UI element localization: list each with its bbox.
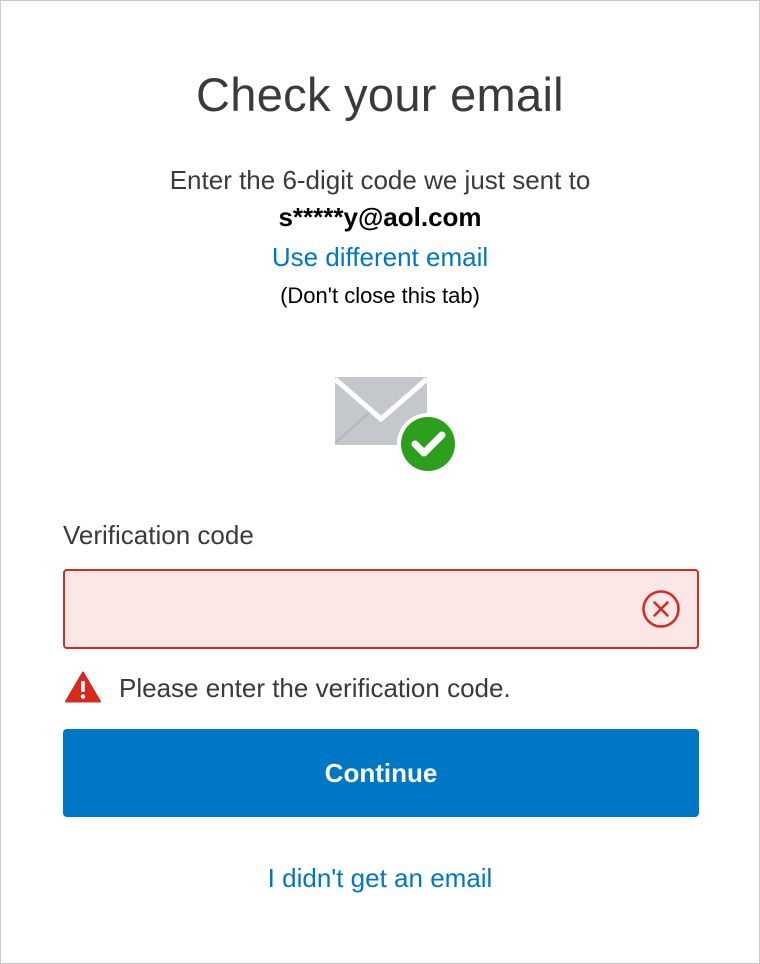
envelope-checkmark-icon <box>333 377 459 475</box>
didnt-get-email-link[interactable]: I didn't get an email <box>268 863 493 893</box>
checkmark-circle-icon <box>397 413 459 475</box>
warning-icon <box>65 671 101 703</box>
no-email-row: I didn't get an email <box>1 863 759 894</box>
page-title: Check your email <box>196 68 564 121</box>
use-different-email-link[interactable]: Use different email <box>272 242 488 272</box>
use-different-email-row: Use different email <box>1 242 759 273</box>
verification-code-field <box>63 569 699 649</box>
verification-code-input[interactable] <box>65 571 625 647</box>
verification-card: Check your email Enter the 6-digit code … <box>0 0 760 964</box>
dont-close-tab-note: (Don't close this tab) <box>280 283 480 308</box>
verification-code-label: Verification code <box>63 520 254 550</box>
continue-button[interactable]: Continue <box>63 729 699 817</box>
clear-input-icon[interactable] <box>641 589 681 629</box>
masked-email: s*****y@aol.com <box>278 202 482 232</box>
instruction-text: Enter the 6-digit code we just sent to <box>169 165 591 195</box>
error-message: Please enter the verification code. <box>119 673 511 703</box>
